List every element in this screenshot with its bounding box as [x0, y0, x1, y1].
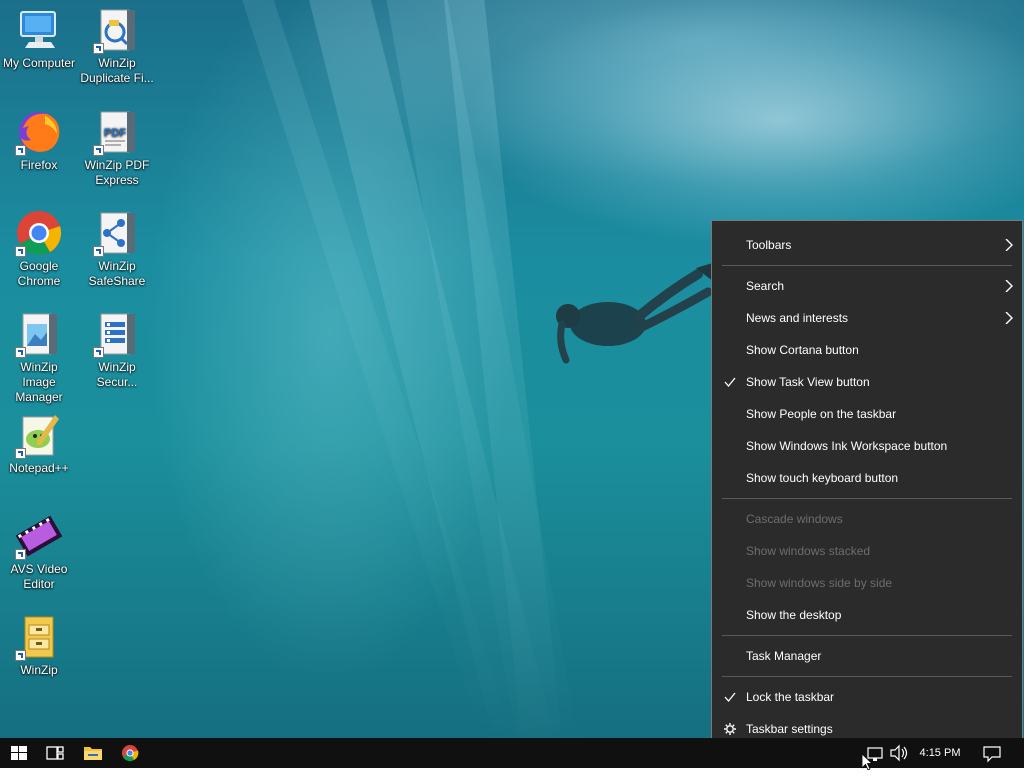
menu-item-label: Show Windows Ink Workspace button — [746, 439, 948, 453]
menu-item-lock-the-taskbar[interactable]: Lock the taskbar — [712, 682, 1022, 712]
shortcut-arrow-icon — [15, 448, 26, 459]
avs-video-editor-icon — [15, 512, 63, 560]
desktop-icon-notepadpp[interactable]: Notepad++ — [0, 405, 78, 476]
menu-item-task-manager[interactable]: Task Manager — [712, 641, 1022, 671]
menu-item-label: Show Task View button — [746, 375, 870, 389]
menu-item-label: Show windows side by side — [746, 576, 893, 590]
menu-item-label: Task Manager — [746, 649, 822, 663]
desktop-icon-winzip-safeshare[interactable]: WinZip SafeShare — [78, 203, 156, 289]
menu-item-show-people-on-taskbar[interactable]: Show People on the taskbar — [712, 399, 1022, 429]
shortcut-arrow-icon — [15, 650, 26, 661]
winzip-safeshare-icon — [93, 209, 141, 257]
icon-label: WinZip SafeShare — [88, 259, 146, 288]
icon-label: My Computer — [2, 56, 76, 70]
icon-label: Notepad++ — [9, 461, 69, 475]
menu-item-label: News and interests — [746, 311, 849, 325]
checkmark-icon — [724, 377, 736, 388]
volume-icon — [890, 744, 908, 762]
desktop-icon-my-computer[interactable]: My Computer — [0, 0, 78, 71]
file-explorer-button[interactable] — [74, 738, 112, 768]
icon-label: Google Chrome — [17, 259, 61, 288]
menu-item-show-the-desktop[interactable]: Show the desktop — [712, 600, 1022, 630]
task-view-icon — [46, 746, 64, 760]
menu-item-label: Toolbars — [746, 238, 792, 252]
task-view-button[interactable] — [36, 738, 74, 768]
menu-item-show-cortana-button[interactable]: Show Cortana button — [712, 335, 1022, 365]
shortcut-arrow-icon — [15, 347, 26, 358]
menu-separator — [722, 265, 1012, 266]
computer-icon — [15, 6, 63, 54]
start-button[interactable] — [0, 738, 38, 768]
desktop-icon-winzip-pdf-express[interactable]: PDF WinZip PDF Express — [78, 102, 156, 188]
notepadpp-icon — [15, 411, 63, 459]
menu-item-show-touch-keyboard-button[interactable]: Show touch keyboard button — [712, 463, 1022, 493]
menu-separator — [722, 498, 1012, 499]
windows-start-icon — [11, 746, 27, 760]
shortcut-arrow-icon — [15, 145, 26, 156]
action-center-button[interactable] — [978, 738, 1006, 768]
volume-tray-button[interactable] — [888, 738, 910, 768]
menu-item-label: Show Cortana button — [746, 343, 859, 357]
desktop-icon-firefox[interactable]: Firefox — [0, 102, 78, 173]
shortcut-arrow-icon — [93, 43, 104, 54]
gear-icon — [724, 723, 736, 735]
winzip-icon — [15, 613, 63, 661]
icon-label: WinZip Secur... — [96, 360, 138, 389]
clock-time: 4:15 PM — [919, 747, 961, 759]
taskbar-context-menu: Toolbars Search News and interests Show … — [711, 220, 1023, 752]
shortcut-arrow-icon — [15, 246, 26, 257]
menu-item-label: Show windows stacked — [746, 544, 871, 558]
desktop-icon-winzip-secure[interactable]: WinZip Secur... — [78, 304, 156, 390]
firefox-icon — [15, 108, 63, 156]
chrome-taskbar-button[interactable] — [111, 738, 149, 768]
diver-silhouette — [556, 262, 716, 364]
chrome-icon — [15, 209, 63, 257]
chevron-right-icon — [1005, 239, 1013, 251]
menu-item-label: Show touch keyboard button — [746, 471, 899, 485]
menu-item-label: Show People on the taskbar — [746, 407, 897, 421]
menu-separator — [722, 676, 1012, 677]
chrome-icon — [122, 745, 139, 762]
menu-item-cascade-windows: Cascade windows — [712, 504, 1022, 534]
menu-item-label: Lock the taskbar — [746, 690, 835, 704]
menu-item-label: Cascade windows — [746, 512, 843, 526]
desktop-icon-google-chrome[interactable]: Google Chrome — [0, 203, 78, 289]
shortcut-arrow-icon — [15, 549, 26, 560]
winzip-pdf-icon: PDF — [93, 108, 141, 156]
winzip-duplicate-icon — [93, 6, 141, 54]
desktop-icon-winzip-duplicate-finder[interactable]: WinZip Duplicate Fi... — [78, 0, 156, 86]
file-explorer-icon — [84, 747, 102, 760]
menu-item-show-windows-stacked: Show windows stacked — [712, 536, 1022, 566]
menu-item-show-windows-ink-workspace-button[interactable]: Show Windows Ink Workspace button — [712, 431, 1022, 461]
icon-label: WinZip — [20, 663, 58, 677]
shortcut-arrow-icon — [93, 246, 104, 257]
checkmark-icon — [724, 692, 736, 703]
winzip-image-manager-icon — [15, 310, 63, 358]
menu-item-label: Search — [746, 279, 785, 293]
icon-label: WinZip PDF Express — [84, 158, 150, 187]
icon-label: Firefox — [20, 158, 58, 172]
svg-text:PDF: PDF — [104, 127, 126, 139]
menu-item-label: Show the desktop — [746, 608, 842, 622]
notification-icon — [983, 746, 1001, 763]
desktop-icon-winzip[interactable]: WinZip — [0, 607, 78, 678]
menu-separator — [722, 635, 1012, 636]
desktop-icon-avs-video-editor[interactable]: AVS Video Editor — [0, 506, 78, 592]
icon-label: WinZip Image Manager — [15, 360, 63, 404]
menu-item-show-windows-side-by-side: Show windows side by side — [712, 568, 1022, 598]
shortcut-arrow-icon — [93, 145, 104, 156]
menu-item-show-task-view-button[interactable]: Show Task View button — [712, 367, 1022, 397]
menu-item-news-and-interests[interactable]: News and interests — [712, 303, 1022, 333]
winzip-secure-icon — [93, 310, 141, 358]
menu-item-toolbars[interactable]: Toolbars — [712, 230, 1022, 260]
menu-item-search[interactable]: Search — [712, 271, 1022, 301]
chevron-right-icon — [1005, 280, 1013, 292]
chevron-right-icon — [1005, 312, 1013, 324]
icon-label: AVS Video Editor — [10, 562, 68, 591]
clock[interactable]: 4:15 PM — [914, 738, 966, 768]
icon-label: WinZip Duplicate Fi... — [80, 56, 154, 85]
desktop-icon-winzip-image-manager[interactable]: WinZip Image Manager — [0, 304, 78, 405]
shortcut-arrow-icon — [93, 347, 104, 358]
